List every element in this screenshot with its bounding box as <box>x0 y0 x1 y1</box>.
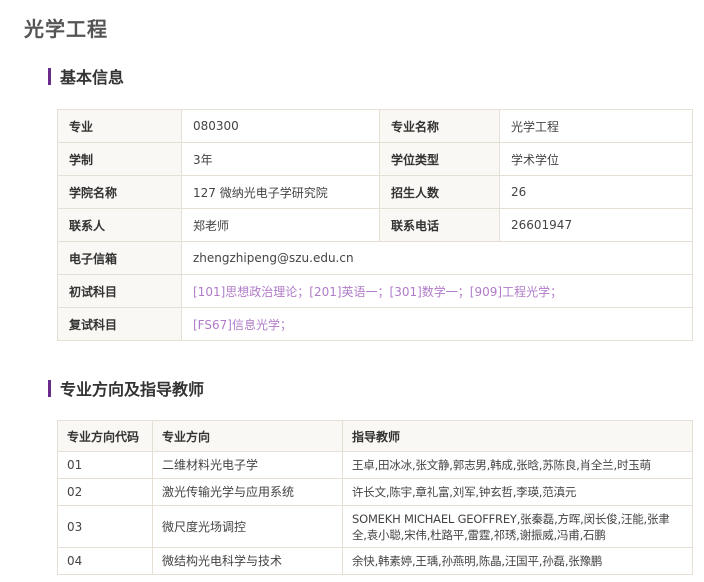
field-value: 光学工程 <box>499 109 693 143</box>
field-value: 080300 <box>181 109 380 143</box>
field-value: 学术学位 <box>499 142 693 176</box>
field-label: 初试科目 <box>57 274 182 308</box>
column-header: 指导教师 <box>342 420 693 452</box>
direction-name: 微尺度光场调控 <box>152 505 343 548</box>
column-header: 专业方向 <box>152 420 343 452</box>
field-label: 学院名称 <box>57 175 182 209</box>
field-value: 3年 <box>181 142 380 176</box>
direction-teachers: 许长文,陈宇,章礼富,刘军,钟玄哲,李瑛,范滇元 <box>342 478 693 506</box>
section-title: 基本信息 <box>60 68 125 87</box>
table-row: 学院名称 127 微纳光电子学研究院 招生人数 26 <box>57 175 693 209</box>
column-header: 专业方向代码 <box>57 420 153 452</box>
direction-name: 激光传输光学与应用系统 <box>152 478 343 506</box>
basic-info-table: 专业 080300 专业名称 光学工程 学制 3年 学位类型 学术学位 学院名称… <box>57 109 693 341</box>
field-value: 127 微纳光电子学研究院 <box>181 175 380 209</box>
table-row: 02 激光传输光学与应用系统 许长文,陈宇,章礼富,刘军,钟玄哲,李瑛,范滇元 <box>57 478 693 506</box>
table-row: 复试科目 [FS67]信息光学； <box>57 307 693 341</box>
table-row: 04 微结构光电科学与技术 余快,韩素婷,王瑀,孙燕明,陈晶,汪国平,孙磊,张豫… <box>57 547 693 575</box>
table-row: 03 微尺度光场调控 SOMEKH MICHAEL GEOFFREY,张秦磊,方… <box>57 505 693 548</box>
email-value: zhengzhipeng@szu.edu.cn <box>181 241 693 275</box>
direction-code: 04 <box>57 547 153 575</box>
initial-subjects-link[interactable]: [101]思想政治理论；[201]英语一；[301]数学一；[909]工程光学； <box>181 274 693 308</box>
direction-teachers: 王卓,田冰冰,张文静,郭志男,韩成,张晗,苏陈良,肖全兰,时玉萌 <box>342 451 693 479</box>
field-value: 郑老师 <box>181 208 380 242</box>
section-marker <box>48 379 51 397</box>
direction-code: 02 <box>57 478 153 506</box>
section-marker <box>48 67 51 85</box>
direction-code: 01 <box>57 451 153 479</box>
field-label: 复试科目 <box>57 307 182 341</box>
field-label: 联系电话 <box>379 208 500 242</box>
directions-table: 专业方向代码 专业方向 指导教师 01 二维材料光电子学 王卓,田冰冰,张文静,… <box>57 420 693 575</box>
direction-name: 微结构光电科学与技术 <box>152 547 343 575</box>
table-row: 01 二维材料光电子学 王卓,田冰冰,张文静,郭志男,韩成,张晗,苏陈良,肖全兰… <box>57 451 693 479</box>
section-heading-basic-info: 基本信息 <box>48 67 125 87</box>
field-value: 26 <box>499 175 693 209</box>
direction-code: 03 <box>57 505 153 548</box>
table-row: 电子信箱 zhengzhipeng@szu.edu.cn <box>57 241 693 275</box>
field-label: 专业 <box>57 109 182 143</box>
field-label: 学制 <box>57 142 182 176</box>
direction-name: 二维材料光电子学 <box>152 451 343 479</box>
field-label: 联系人 <box>57 208 182 242</box>
table-row: 初试科目 [101]思想政治理论；[201]英语一；[301]数学一；[909]… <box>57 274 693 308</box>
retest-subjects-link[interactable]: [FS67]信息光学； <box>181 307 693 341</box>
table-row: 专业 080300 专业名称 光学工程 <box>57 109 693 143</box>
field-label: 电子信箱 <box>57 241 182 275</box>
field-value: 26601947 <box>499 208 693 242</box>
page-title: 光学工程 <box>24 17 108 41</box>
field-label: 专业名称 <box>379 109 500 143</box>
section-heading-directions: 专业方向及指导教师 <box>48 379 205 399</box>
direction-teachers: 余快,韩素婷,王瑀,孙燕明,陈晶,汪国平,孙磊,张豫鹏 <box>342 547 693 575</box>
table-row: 学制 3年 学位类型 学术学位 <box>57 142 693 176</box>
field-label: 招生人数 <box>379 175 500 209</box>
table-header-row: 专业方向代码 专业方向 指导教师 <box>57 420 693 452</box>
field-label: 学位类型 <box>379 142 500 176</box>
section-title: 专业方向及指导教师 <box>60 380 205 399</box>
table-row: 联系人 郑老师 联系电话 26601947 <box>57 208 693 242</box>
direction-teachers: SOMEKH MICHAEL GEOFFREY,张秦磊,方晖,闵长俊,汪能,张聿… <box>342 505 693 548</box>
